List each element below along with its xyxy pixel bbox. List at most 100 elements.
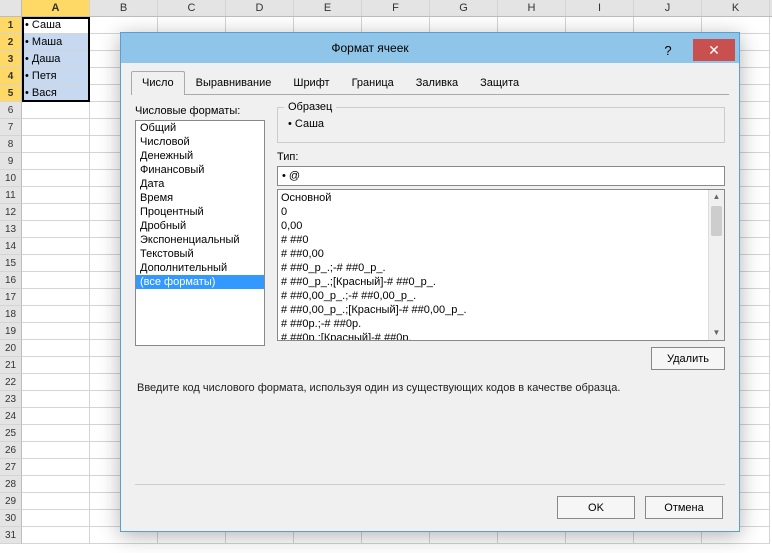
row-header[interactable]: 21 xyxy=(0,357,22,374)
row-header[interactable]: 3 xyxy=(0,51,22,68)
cell[interactable] xyxy=(22,374,90,391)
format-item[interactable]: Основной xyxy=(281,191,721,205)
row-header[interactable]: 31 xyxy=(0,527,22,544)
col-header-C[interactable]: C xyxy=(158,0,226,16)
dialog-titlebar[interactable]: Формат ячеек ? ✕ xyxy=(121,33,739,63)
select-all-corner[interactable] xyxy=(0,0,22,16)
row-header[interactable]: 23 xyxy=(0,391,22,408)
cell[interactable] xyxy=(22,323,90,340)
row-header[interactable]: 8 xyxy=(0,136,22,153)
format-item[interactable]: 0,00 xyxy=(281,219,721,233)
format-item[interactable]: # ##0_р_.;-# ##0_р_. xyxy=(281,261,721,275)
category-item[interactable]: Дата xyxy=(136,177,264,191)
cell[interactable] xyxy=(22,459,90,476)
category-item[interactable]: Время xyxy=(136,191,264,205)
category-item[interactable]: Экспоненциальный xyxy=(136,233,264,247)
row-header[interactable]: 29 xyxy=(0,493,22,510)
cell[interactable] xyxy=(22,493,90,510)
format-item[interactable]: # ##0р.;-# ##0р. xyxy=(281,317,721,331)
category-item[interactable]: (все форматы) xyxy=(136,275,264,289)
format-list[interactable]: Основной00,00# ##0# ##0,00# ##0_р_.;-# #… xyxy=(277,189,725,341)
tab-number[interactable]: Число xyxy=(131,71,185,95)
row-header[interactable]: 1 xyxy=(0,17,22,34)
cell[interactable] xyxy=(22,102,90,119)
row-header[interactable]: 17 xyxy=(0,289,22,306)
cell[interactable] xyxy=(22,170,90,187)
cell[interactable] xyxy=(22,357,90,374)
row-header[interactable]: 10 xyxy=(0,170,22,187)
ok-button[interactable]: OK xyxy=(557,496,635,519)
format-item[interactable]: # ##0_р_.;[Красный]-# ##0_р_. xyxy=(281,275,721,289)
category-item[interactable]: Финансовый xyxy=(136,163,264,177)
tab-font[interactable]: Шрифт xyxy=(282,71,340,95)
cell[interactable] xyxy=(22,204,90,221)
row-header[interactable]: 27 xyxy=(0,459,22,476)
cell[interactable] xyxy=(22,136,90,153)
scroll-thumb[interactable] xyxy=(711,206,722,236)
row-header[interactable]: 28 xyxy=(0,476,22,493)
delete-button[interactable]: Удалить xyxy=(651,347,725,370)
cell[interactable] xyxy=(22,119,90,136)
col-header-B[interactable]: B xyxy=(90,0,158,16)
row-header[interactable]: 9 xyxy=(0,153,22,170)
scroll-down-icon[interactable]: ▼ xyxy=(709,326,724,340)
category-list[interactable]: ОбщийЧисловойДенежныйФинансовыйДатаВремя… xyxy=(135,120,265,346)
col-header-G[interactable]: G xyxy=(430,0,498,16)
cell[interactable] xyxy=(22,510,90,527)
cell[interactable] xyxy=(22,272,90,289)
row-header[interactable]: 20 xyxy=(0,340,22,357)
category-item[interactable]: Денежный xyxy=(136,149,264,163)
col-header-H[interactable]: H xyxy=(498,0,566,16)
row-header[interactable]: 4 xyxy=(0,68,22,85)
format-item[interactable]: # ##0р.;[Красный]-# ##0р. xyxy=(281,331,721,341)
tab-protection[interactable]: Защита xyxy=(469,71,530,95)
cell[interactable]: • Даша xyxy=(22,51,90,68)
tab-alignment[interactable]: Выравнивание xyxy=(185,71,283,95)
format-item[interactable]: # ##0 xyxy=(281,233,721,247)
row-header[interactable]: 16 xyxy=(0,272,22,289)
col-header-E[interactable]: E xyxy=(294,0,362,16)
cell[interactable] xyxy=(22,306,90,323)
cell[interactable] xyxy=(22,425,90,442)
cell[interactable] xyxy=(22,476,90,493)
cell[interactable] xyxy=(22,527,90,544)
row-header[interactable]: 18 xyxy=(0,306,22,323)
cell[interactable] xyxy=(22,391,90,408)
row-header[interactable]: 15 xyxy=(0,255,22,272)
category-item[interactable]: Общий xyxy=(136,121,264,135)
cell[interactable] xyxy=(22,255,90,272)
category-item[interactable]: Числовой xyxy=(136,135,264,149)
cell[interactable]: • Саша xyxy=(22,17,90,34)
scrollbar[interactable]: ▲ ▼ xyxy=(708,190,724,340)
cell[interactable]: • Вася xyxy=(22,85,90,102)
col-header-J[interactable]: J xyxy=(634,0,702,16)
close-button[interactable]: ✕ xyxy=(693,39,735,61)
cell[interactable] xyxy=(22,340,90,357)
row-header[interactable]: 30 xyxy=(0,510,22,527)
cell[interactable] xyxy=(22,221,90,238)
cell[interactable]: • Маша xyxy=(22,34,90,51)
row-header[interactable]: 6 xyxy=(0,102,22,119)
row-header[interactable]: 2 xyxy=(0,34,22,51)
help-button[interactable]: ? xyxy=(647,39,689,61)
cell[interactable] xyxy=(22,153,90,170)
scroll-up-icon[interactable]: ▲ xyxy=(709,190,724,204)
format-item[interactable]: # ##0,00_р_.;[Красный]-# ##0,00_р_. xyxy=(281,303,721,317)
category-item[interactable]: Дробный xyxy=(136,219,264,233)
row-header[interactable]: 7 xyxy=(0,119,22,136)
col-header-K[interactable]: K xyxy=(702,0,770,16)
row-header[interactable]: 24 xyxy=(0,408,22,425)
row-header[interactable]: 19 xyxy=(0,323,22,340)
cell[interactable] xyxy=(22,238,90,255)
category-item[interactable]: Текстовый xyxy=(136,247,264,261)
col-header-A[interactable]: A xyxy=(22,0,90,16)
format-item[interactable]: # ##0,00_р_.;-# ##0,00_р_. xyxy=(281,289,721,303)
col-header-D[interactable]: D xyxy=(226,0,294,16)
cell[interactable] xyxy=(22,408,90,425)
row-header[interactable]: 14 xyxy=(0,238,22,255)
category-item[interactable]: Процентный xyxy=(136,205,264,219)
format-item[interactable]: 0 xyxy=(281,205,721,219)
cell[interactable] xyxy=(22,289,90,306)
cancel-button[interactable]: Отмена xyxy=(645,496,723,519)
format-item[interactable]: # ##0,00 xyxy=(281,247,721,261)
